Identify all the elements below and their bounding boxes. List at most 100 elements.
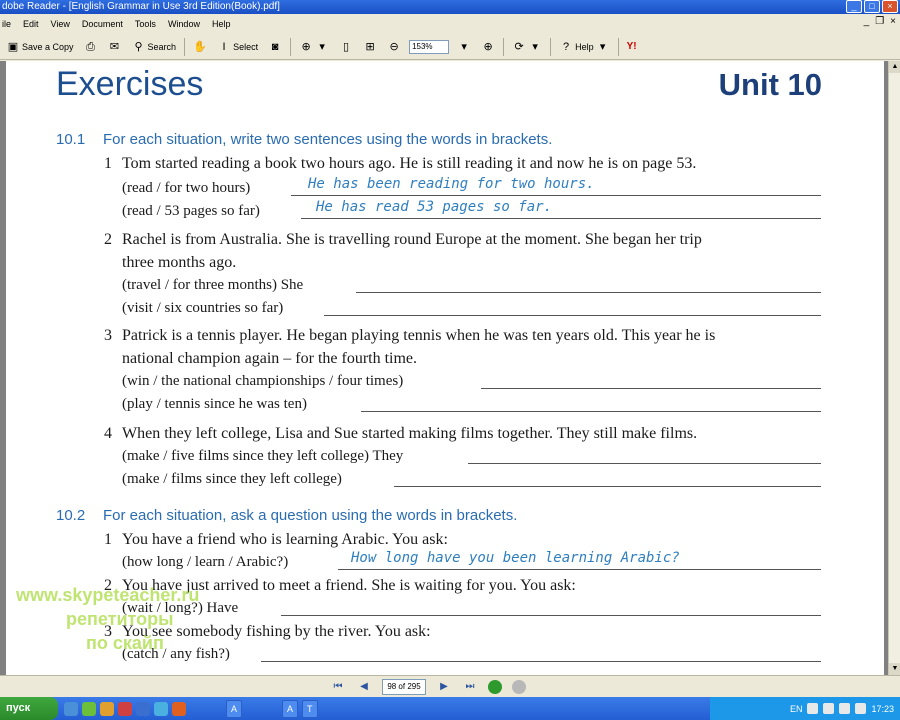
snapshot-button[interactable]: ◙ [266,37,284,57]
answer-line [301,218,821,219]
language-indicator[interactable]: EN [790,704,803,714]
chevron-down-icon: ▾ [532,40,538,53]
tray-icon[interactable] [823,703,835,714]
navigation-bar: ⏮ ◀ 98 of 295 ▶ ⏭ [0,675,900,697]
app-icon[interactable] [136,701,150,716]
page-number-field[interactable]: 98 of 295 [382,679,426,695]
clock[interactable]: 17:23 [871,704,894,714]
first-page-icon[interactable]: ⏮ [330,679,346,695]
doc-minimize-icon[interactable]: _ [864,16,870,27]
zoom-out-button[interactable]: ⊖ [385,37,403,57]
answer-line [324,315,821,316]
last-page-icon[interactable]: ⏭ [462,679,478,695]
window-title-bar[interactable]: dobe Reader - [English Grammar in Use 3r… [0,0,900,14]
chevron-down-icon: ▾ [319,40,325,53]
maximize-button[interactable]: □ [864,0,880,13]
hand-icon: ✋ [193,40,207,53]
answer-line [356,292,821,293]
zoom-dropdown[interactable]: ▾ [455,37,473,57]
start-button[interactable]: пуск [0,697,58,720]
watermark-url: www.skypeteacher.ru [16,585,200,605]
desktop-icon[interactable] [64,701,78,716]
answer-line [338,569,821,570]
text-cursor-icon: I [222,40,226,53]
toolbar-separator [550,37,552,56]
binoculars-icon: ⚲ [134,40,143,53]
select-tool-button[interactable]: I Select [215,37,260,57]
menu-view[interactable]: View [51,14,70,34]
search-button[interactable]: ⚲ Search [130,37,179,57]
help-icon: ? [563,40,570,53]
menu-file[interactable]: ile [2,14,11,34]
help-button[interactable]: ? Help ▾ [557,37,612,57]
minimize-button[interactable]: _ [846,0,862,13]
app-icon[interactable] [118,701,132,716]
search-label: Search [147,41,177,52]
yahoo-button[interactable]: Y! [625,37,639,57]
prompt-text: (make / five films since they left colle… [122,448,404,464]
page-heading: Exercises [56,65,204,103]
item-number: 2 [104,231,112,248]
taskbar-button[interactable]: A [226,699,243,718]
fit-page-icon: ⊞ [365,40,375,53]
document-viewport[interactable]: Exercises Unit 10 10.1 For each situatio… [0,61,888,675]
rotate-button[interactable]: ⟳ ▾ [510,37,544,57]
tray-icon[interactable] [807,703,819,714]
app-icon[interactable] [100,701,114,716]
menu-tools[interactable]: Tools [135,14,156,34]
fit-page-button[interactable]: ⊞ [361,37,379,57]
quick-launch [64,701,186,716]
camera-icon: ◙ [271,40,279,53]
toolbar-separator [184,37,186,56]
app-icon[interactable] [154,701,168,716]
menu-help[interactable]: Help [212,14,231,34]
close-button[interactable]: × [882,0,898,13]
email-button[interactable]: ✉ [106,37,124,57]
zoom-level-field[interactable]: 153% [409,39,450,54]
vertical-scrollbar[interactable]: ▲ ▼ [888,61,900,675]
taskbar-button[interactable]: T [302,699,318,718]
question-text: Rachel is from Australia. She is travell… [122,231,702,248]
question-text: three months ago. [122,254,237,271]
doc-close-icon[interactable]: × [890,16,896,27]
question-text: You have a friend who is learning Arabic… [122,531,448,548]
prompt-text: (make / films since they left college) [122,471,342,487]
question-text: When they left college, Lisa and Sue sta… [122,425,698,442]
rotate-icon: ⟳ [514,40,524,53]
printer-icon: ⎙ [86,40,95,53]
taskbar-button[interactable]: A [282,699,299,718]
go-back-icon[interactable] [488,680,502,694]
floppy-icon: ▣ [7,40,19,53]
watermark-line2: репетиторы [66,609,174,629]
doc-restore-icon[interactable]: ❐ [875,16,884,27]
go-forward-icon[interactable] [512,680,526,694]
answer-line [261,661,821,662]
app-icon[interactable] [172,701,186,716]
save-copy-button[interactable]: ▣ Save a Copy [4,37,76,57]
window-controls: _ □ × [846,0,898,13]
next-page-icon[interactable]: ▶ [436,679,452,695]
watermark-line3: по скайп [86,633,164,653]
network-icon[interactable] [855,703,867,714]
app-icon[interactable] [82,701,96,716]
menu-edit[interactable]: Edit [23,14,39,34]
toolbar-separator [290,37,292,56]
zoom-in-icon: ⊕ [483,40,493,53]
answer-line [291,195,821,196]
scroll-up-button[interactable]: ▲ [889,61,900,73]
zoom-icon: ⊕ [301,40,311,53]
toolbar-separator [503,37,505,56]
handwritten-answer: He has been reading for two hours. [308,176,595,192]
volume-icon[interactable] [839,703,851,714]
scroll-down-button[interactable]: ▼ [889,663,900,675]
prompt-text: (win / the national championships / four… [122,373,404,389]
menu-document[interactable]: Document [82,14,123,34]
print-button[interactable]: ⎙ [82,37,100,57]
hand-tool-button[interactable]: ✋ [191,37,209,57]
actual-size-button[interactable]: ▯ [337,37,355,57]
zoom-in-button[interactable]: ⊕ [479,37,497,57]
previous-page-icon[interactable]: ◀ [356,679,372,695]
zoom-tool-button[interactable]: ⊕ ▾ [297,37,331,57]
menu-window[interactable]: Window [168,14,200,34]
prompt-text: (read / for two hours) [122,180,251,196]
